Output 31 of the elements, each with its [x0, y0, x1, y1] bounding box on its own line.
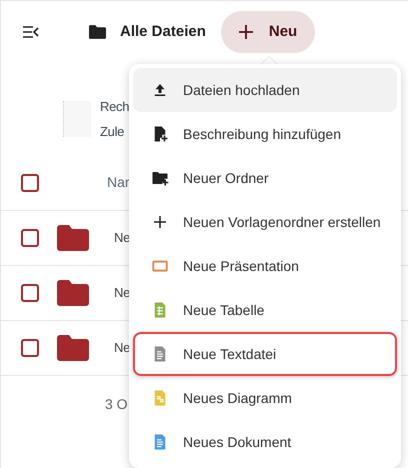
description-text: Rech	[100, 98, 130, 116]
menu-item[interactable]: Neuen Vorlagenordner erstellen	[133, 200, 397, 244]
folder-icon	[57, 225, 89, 251]
file-name[interactable]: Ne	[114, 228, 130, 248]
folder-icon	[89, 25, 106, 39]
new-button[interactable]: Neu	[220, 11, 316, 53]
folder-plus-icon	[151, 169, 169, 187]
menu-item[interactable]: Neue Tabelle	[133, 288, 397, 332]
checkbox[interactable]	[21, 339, 39, 357]
menu-item[interactable]: Neue Textdatei	[133, 332, 397, 376]
menu-item[interactable]: Neues Diagramm	[133, 376, 397, 420]
description-text: Zule	[100, 123, 126, 141]
menu-item[interactable]: Beschreibung hinzufügen	[133, 112, 397, 156]
folder-icon	[57, 335, 89, 361]
menu-item[interactable]: Dateien hochladen	[133, 68, 397, 112]
description-placeholder	[63, 101, 91, 137]
column-header[interactable]: Nar	[107, 172, 130, 193]
summary-text: 3 O	[105, 394, 128, 414]
checkbox[interactable]	[21, 174, 39, 192]
checkbox[interactable]	[21, 284, 39, 302]
folder-icon	[57, 280, 89, 306]
file-name[interactable]: Ne	[114, 338, 130, 358]
menu-item[interactable]: Neuer Ordner	[133, 156, 397, 200]
plus-icon	[151, 213, 169, 231]
file-name[interactable]: Ne	[114, 283, 130, 303]
checkbox[interactable]	[21, 229, 39, 247]
menu-item[interactable]: Neue Präsentation	[133, 244, 397, 288]
plus-icon	[238, 25, 253, 39]
breadcrumb[interactable]: Alle Dateien	[120, 20, 206, 44]
menu-item[interactable]: Neues Dokument	[133, 420, 397, 464]
sidebar-toggle-icon[interactable]	[23, 26, 39, 38]
